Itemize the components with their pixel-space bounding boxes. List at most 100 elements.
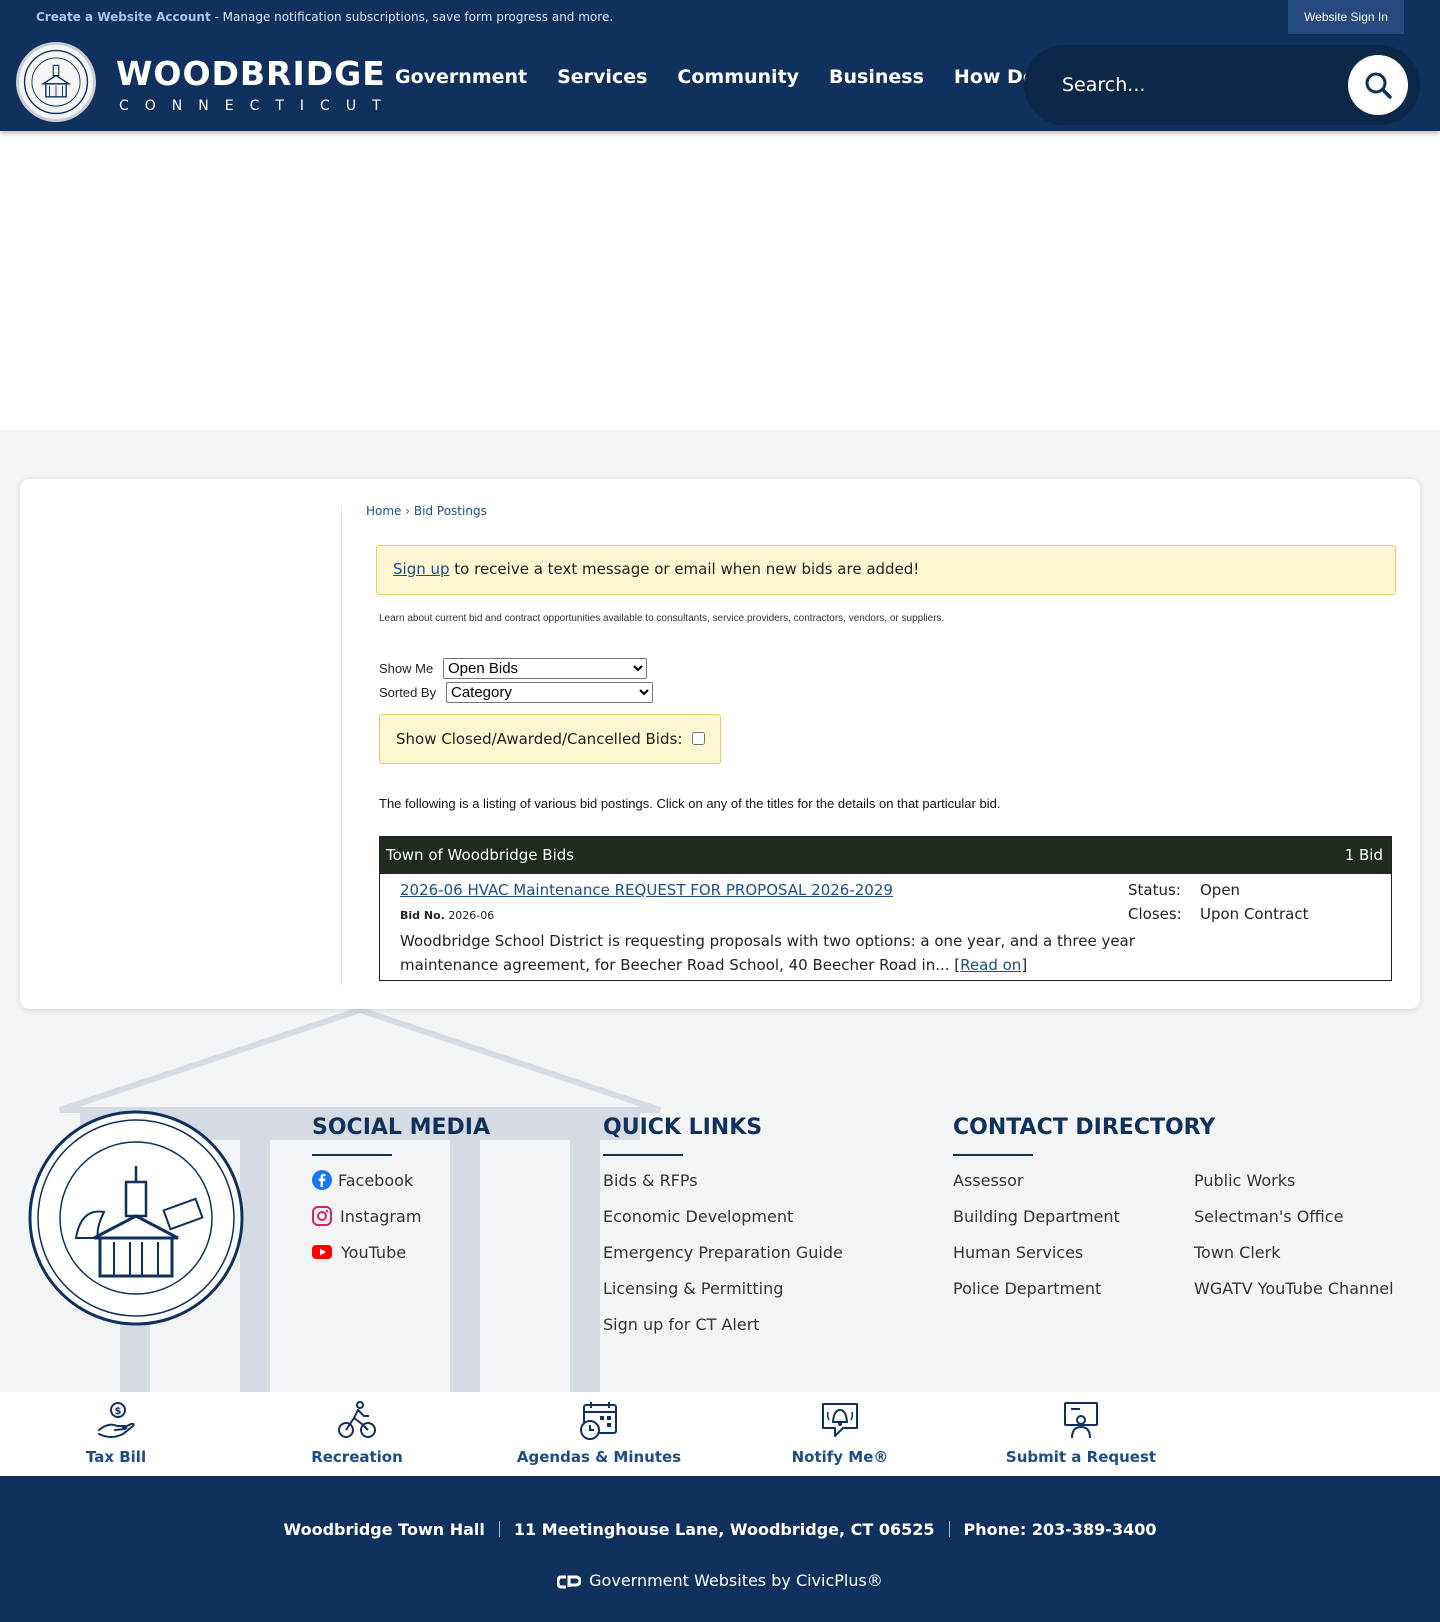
logo-town-name: WOODBRIDGE xyxy=(116,54,386,93)
sorted-by-label: Sorted By xyxy=(379,685,437,700)
address-separator xyxy=(948,1521,950,1537)
contact-building-department[interactable]: Building Department xyxy=(953,1207,1120,1226)
website-sign-in-button[interactable]: Website Sign In xyxy=(1288,0,1404,34)
bid-closes-value: Upon Contract xyxy=(1200,905,1309,923)
quick-link-ct-alert[interactable]: Sign up for CT Alert xyxy=(603,1315,760,1334)
quick-icon-notify-me[interactable]: Notify Me® xyxy=(750,1400,930,1466)
civicplus-logo-icon xyxy=(556,1575,582,1589)
social-link-facebook[interactable]: Facebook xyxy=(338,1171,413,1190)
quick-icon-tax-bill[interactable]: $ Tax Bill xyxy=(26,1400,206,1466)
quick-link-emergency-guide[interactable]: Emergency Preparation Guide xyxy=(603,1243,843,1262)
presenter-icon xyxy=(1064,1402,1098,1439)
facebook-icon xyxy=(312,1170,332,1190)
bid-status-value: Open xyxy=(1200,881,1241,899)
read-on-close-bracket: ] xyxy=(1021,956,1028,974)
nav-community[interactable]: Community xyxy=(677,66,799,88)
bell-icon xyxy=(822,1403,858,1437)
contact-selectmans-office[interactable]: Selectman's Office xyxy=(1194,1207,1343,1226)
social-media-rule xyxy=(312,1154,392,1156)
show-closed-checkbox[interactable] xyxy=(692,732,705,745)
intro-text: Learn about current bid and contract opp… xyxy=(379,613,945,624)
contact-human-services[interactable]: Human Services xyxy=(953,1243,1083,1262)
bid-status-label: Status: xyxy=(1128,881,1181,899)
sorted-by-select[interactable]: Category xyxy=(446,682,653,703)
bid-closes-label: Closes: xyxy=(1128,905,1182,923)
show-me-select[interactable]: Open Bids xyxy=(443,658,647,679)
create-account-link[interactable]: Create a Website Account xyxy=(36,10,211,24)
bottom-footer: Woodbridge Town Hall 11 Meetinghouse Lane… xyxy=(0,1476,1440,1622)
signup-link[interactable]: Sign up xyxy=(393,560,450,578)
quick-icon-bar xyxy=(0,1392,1440,1476)
logo-state-name: CONNECTICUT xyxy=(119,98,397,114)
contact-town-clerk[interactable]: Town Clerk xyxy=(1194,1243,1280,1262)
sidebar-divider xyxy=(341,505,342,985)
bids-table: Town of Woodbridge Bids 1 Bid 2026-06 HV… xyxy=(379,836,1392,981)
site-header: WOODBRIDGE CONNECTICUT Government Servic… xyxy=(0,36,1440,131)
bids-category-title: Town of Woodbridge Bids xyxy=(386,846,575,864)
search-icon xyxy=(1365,72,1392,99)
quick-link-licensing[interactable]: Licensing & Permitting xyxy=(603,1279,783,1298)
bid-title-link[interactable]: 2026-06 HVAC Maintenance REQUEST FOR PRO… xyxy=(400,881,893,899)
civicplus-credit-text: Government Websites by CivicPlus® xyxy=(589,1571,883,1590)
social-media-heading: SOCIAL MEDIA xyxy=(312,1115,490,1140)
bid-closes: Closes: Upon Contract xyxy=(1128,905,1308,923)
contact-public-works[interactable]: Public Works xyxy=(1194,1171,1295,1190)
breadcrumb: Home › Bid Postings xyxy=(366,504,487,518)
quick-link-bids-rfps[interactable]: Bids & RFPs xyxy=(603,1171,698,1190)
search-bar xyxy=(1024,45,1420,125)
social-link-instagram[interactable]: Instagram xyxy=(340,1207,421,1226)
quick-icon-label: Notify Me® xyxy=(791,1448,889,1466)
bids-count: 1 Bid xyxy=(1344,846,1383,864)
create-account-text: - Manage notification subscriptions, sav… xyxy=(210,10,614,24)
contact-police-department[interactable]: Police Department xyxy=(953,1279,1101,1298)
create-account-notice: Create a Website Account - Manage notifi… xyxy=(36,10,613,24)
quick-links-rule xyxy=(603,1154,683,1156)
social-link-youtube[interactable]: YouTube xyxy=(341,1243,406,1262)
contact-assessor[interactable]: Assessor xyxy=(953,1171,1024,1190)
seal-icon xyxy=(23,49,89,115)
address-separator xyxy=(498,1521,500,1537)
calendar-clock-icon xyxy=(580,1402,617,1440)
breadcrumb-current[interactable]: Bid Postings xyxy=(414,504,487,518)
quick-icon-label: Submit a Request xyxy=(1005,1448,1157,1466)
cyclist-icon xyxy=(338,1401,376,1438)
contact-directory-heading: CONTACT DIRECTORY xyxy=(953,1115,1216,1140)
quick-link-economic-development[interactable]: Economic Development xyxy=(603,1207,793,1226)
signup-alert-text: to receive a text message or email when … xyxy=(449,560,920,578)
bid-status: Status: Open xyxy=(1128,881,1240,899)
town-hall-name: Woodbridge Town Hall xyxy=(283,1520,485,1539)
quick-icon-agendas-minutes[interactable]: Agendas & Minutes xyxy=(509,1400,689,1466)
town-hall-address: Woodbridge Town Hall 11 Meetinghouse Lane… xyxy=(0,1520,1440,1539)
search-button[interactable] xyxy=(1348,55,1408,115)
nav-services[interactable]: Services xyxy=(557,66,647,88)
signup-alert: Sign up to receive a text message or ema… xyxy=(376,545,1396,595)
bid-number: Bid No. 2026-06 xyxy=(400,909,494,922)
breadcrumb-home[interactable]: Home xyxy=(366,504,401,518)
town-hall-street-link[interactable]: 11 Meetinghouse Lane, Woodbridge, CT 065… xyxy=(514,1520,935,1539)
search-input[interactable] xyxy=(1062,67,1332,103)
bids-category-header: Town of Woodbridge Bids 1 Bid xyxy=(380,837,1391,874)
quick-links-heading: QUICK LINKS xyxy=(603,1115,763,1140)
civicplus-credit-link[interactable]: Government Websites by CivicPlus® xyxy=(0,1571,1440,1590)
town-hall-phone: Phone: 203-389-3400 xyxy=(963,1520,1157,1539)
nav-government[interactable]: Government xyxy=(395,66,527,88)
instagram-icon xyxy=(312,1206,332,1226)
listing-note: The following is a listing of various bi… xyxy=(379,796,1001,811)
quick-icon-recreation[interactable]: Recreation xyxy=(267,1400,447,1466)
contact-wgatv-youtube[interactable]: WGATV YouTube Channel xyxy=(1194,1279,1394,1298)
quick-icon-label: Agendas & Minutes xyxy=(516,1448,682,1466)
top-bar: Create a Website Account - Manage notifi… xyxy=(0,0,1440,36)
main-nav: Government Services Community Business H… xyxy=(395,66,1071,88)
quick-icon-submit-request[interactable]: Submit a Request xyxy=(991,1400,1171,1466)
show-closed-label: Show Closed/Awarded/Cancelled Bids: xyxy=(396,730,683,748)
nav-business[interactable]: Business xyxy=(829,66,924,88)
town-seal-icon xyxy=(28,1110,244,1326)
contact-directory-rule xyxy=(953,1154,1033,1156)
svg-text:$: $ xyxy=(115,1406,122,1417)
quick-icon-label: Tax Bill xyxy=(85,1448,147,1466)
quick-icon-label: Recreation xyxy=(311,1448,403,1466)
town-seal-logo[interactable] xyxy=(16,42,96,122)
bid-number-value: 2026-06 xyxy=(448,909,495,922)
read-on-link[interactable]: Read on xyxy=(960,956,1021,974)
show-me-label: Show Me xyxy=(379,661,434,676)
